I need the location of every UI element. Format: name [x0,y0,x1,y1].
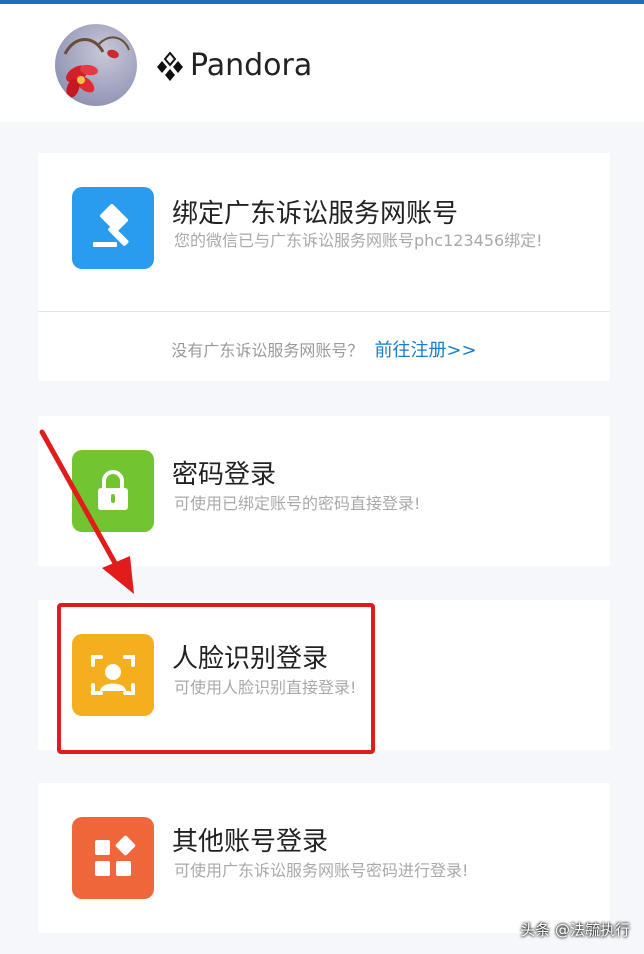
other-login-description: 可使用广东诉讼服务网账号密码进行登录! [174,861,469,880]
password-login-description: 可使用已绑定账号的密码直接登录! [174,494,421,513]
username-text: Pandora [190,48,313,83]
username: Pandora [154,48,312,83]
bind-account-description: 您的微信已与广东诉讼服务网账号phc123456绑定! [174,231,543,250]
lock-icon [98,470,128,510]
card-divider [38,311,610,312]
diamond-cluster-icon [157,50,183,81]
avatar[interactable] [55,24,137,106]
watermark: 头条 @法毓执行 [520,921,630,939]
profile-header: Pandora [0,4,644,122]
face-login-highlight-box [57,603,375,754]
gavel-icon [93,203,129,247]
apps-icon-tile [72,817,154,899]
register-prompt-text: 没有广东诉讼服务网账号？ [171,341,364,360]
other-account-login-option[interactable]: 其他账号登录 可使用广东诉讼服务网账号密码进行登录! [38,783,610,933]
register-link[interactable]: 前往注册>> [374,340,476,361]
lock-icon-tile [72,450,154,532]
bind-account-card[interactable]: 绑定广东诉讼服务网账号 您的微信已与广东诉讼服务网账号phc123456绑定! … [38,153,610,381]
password-login-option[interactable]: 密码登录 可使用已绑定账号的密码直接登录! [38,416,610,566]
password-login-title: 密码登录 [172,460,277,490]
other-login-title: 其他账号登录 [172,827,329,857]
gavel-icon-tile [72,187,154,269]
avatar-flower-image [63,36,130,98]
bind-account-title: 绑定广东诉讼服务网账号 [172,199,459,229]
register-prompt-row: 没有广东诉讼服务网账号？ 前往注册>> [38,336,610,362]
apps-icon [95,835,136,876]
